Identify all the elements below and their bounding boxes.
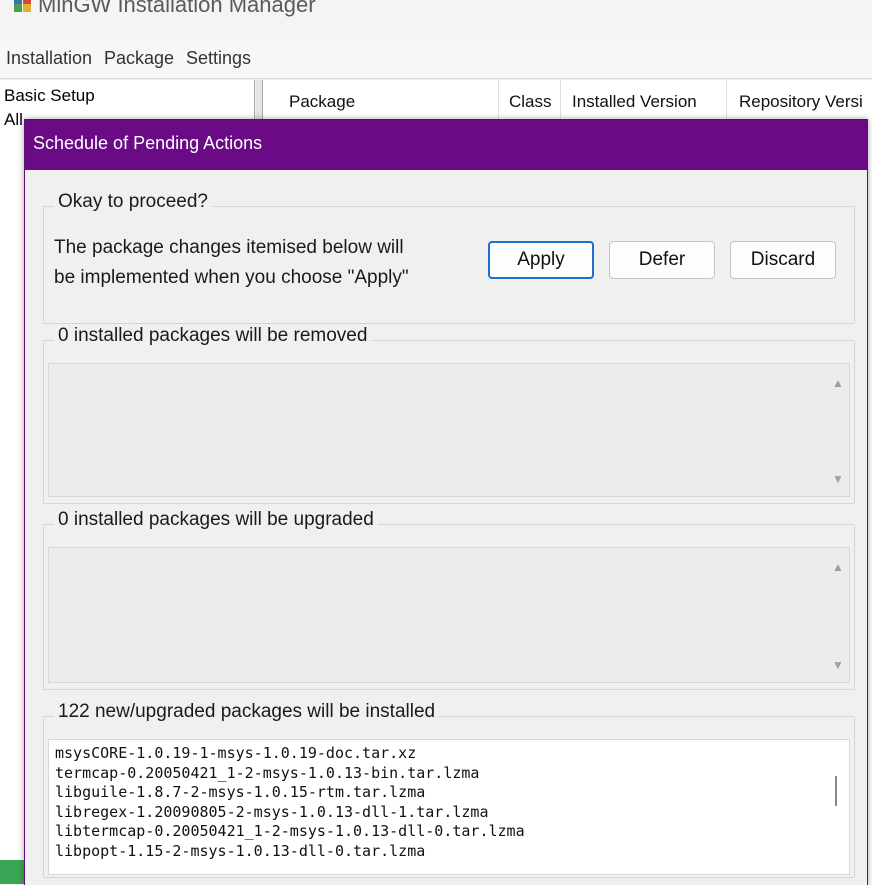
installed-listbox[interactable]: msysCORE-1.0.19-1-msys-1.0.19-doc.tar.xz…	[48, 739, 850, 875]
proceed-group: Okay to proceed? The package changes ite…	[43, 191, 855, 324]
scroll-down-icon[interactable]: ▼	[831, 658, 845, 672]
scrollbar-thumb[interactable]	[835, 776, 837, 806]
main-window-titlebar: MinGW Installation Manager	[0, 0, 872, 40]
apply-button[interactable]: Apply	[488, 241, 594, 279]
removed-group-legend: 0 installed packages will be removed	[54, 325, 372, 347]
proceed-message-line: The package changes itemised below will	[54, 237, 404, 258]
upgraded-group-legend: 0 installed packages will be upgraded	[54, 509, 378, 531]
list-item[interactable]: libpopt-1.15-2-msys-1.0.13-dll-0.tar.lzm…	[55, 842, 525, 862]
menu-settings[interactable]: Settings	[186, 48, 251, 69]
category-basic-setup[interactable]: Basic Setup	[4, 86, 95, 106]
status-indicator	[0, 860, 24, 884]
scroll-down-icon[interactable]: ▼	[831, 472, 845, 486]
column-divider[interactable]	[498, 80, 499, 120]
list-item[interactable]: libtermcap-0.20050421_1-2-msys-1.0.13-dl…	[55, 822, 525, 842]
dialog-title: Schedule of Pending Actions	[33, 133, 263, 153]
column-package[interactable]: Package	[289, 92, 355, 120]
category-all[interactable]: All	[4, 110, 23, 130]
installed-package-list: msysCORE-1.0.19-1-msys-1.0.19-doc.tar.xz…	[55, 744, 525, 861]
scroll-up-icon[interactable]: ▲	[831, 560, 845, 574]
list-item[interactable]: termcap-0.20050421_1-2-msys-1.0.13-bin.t…	[55, 764, 525, 784]
column-installed-version[interactable]: Installed Version	[572, 92, 697, 120]
column-repository-version[interactable]: Repository Versi	[739, 92, 863, 120]
list-item[interactable]: libregex-1.20090805-2-msys-1.0.13-dll-1.…	[55, 803, 525, 823]
menu-package[interactable]: Package	[104, 48, 174, 69]
column-divider[interactable]	[726, 80, 727, 120]
proceed-message: The package changes itemised below will …	[54, 233, 474, 293]
column-class[interactable]: Class	[509, 92, 552, 120]
menu-installation[interactable]: Installation	[6, 48, 92, 69]
menubar: Installation Package Settings	[0, 40, 872, 79]
list-item[interactable]: msysCORE-1.0.19-1-msys-1.0.19-doc.tar.xz	[55, 744, 525, 764]
upgraded-group: 0 installed packages will be upgraded ▲ …	[43, 509, 855, 690]
proceed-group-legend: Okay to proceed?	[54, 191, 212, 213]
pending-actions-dialog: Schedule of Pending Actions Okay to proc…	[24, 119, 868, 885]
upgraded-listbox[interactable]: ▲ ▼	[48, 547, 850, 683]
app-icon	[14, 0, 31, 12]
defer-button[interactable]: Defer	[609, 241, 715, 279]
window-title: MinGW Installation Manager	[38, 0, 316, 17]
list-item[interactable]: libguile-1.8.7-2-msys-1.0.15-rtm.tar.lzm…	[55, 783, 525, 803]
discard-button[interactable]: Discard	[730, 241, 836, 279]
removed-group: 0 installed packages will be removed ▲ ▼	[43, 325, 855, 504]
dialog-titlebar[interactable]: Schedule of Pending Actions	[25, 120, 867, 170]
installed-group-legend: 122 new/upgraded packages will be instal…	[54, 701, 440, 723]
installed-group: 122 new/upgraded packages will be instal…	[43, 701, 855, 878]
proceed-message-line: be implemented when you choose "Apply"	[54, 267, 409, 288]
package-list-header: Package Class Installed Version Reposito…	[263, 80, 872, 121]
column-divider[interactable]	[560, 80, 561, 120]
scroll-up-icon[interactable]: ▲	[831, 376, 845, 390]
removed-listbox[interactable]: ▲ ▼	[48, 363, 850, 497]
